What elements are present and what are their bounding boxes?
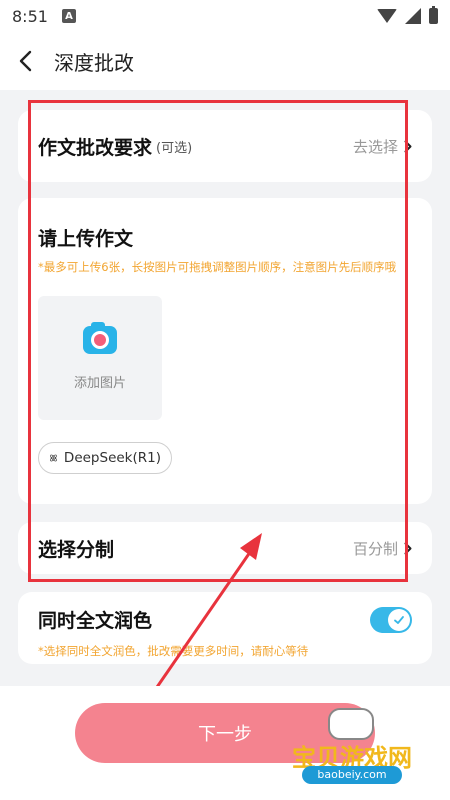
signal-icon [405,8,421,24]
requirements-optional-label: (可选) [156,140,193,156]
watermark-url: baobeiy.com [302,766,402,784]
status-icons [377,6,438,24]
upload-hint: *最多可上传6张，长按图片可拖拽调整图片顺序，注意图片先后顺序哦 [38,260,397,274]
notification-icon: A [61,9,76,23]
polish-hint: *选择同时全文润色，批改需要更多时间，请耐心等待 [38,644,309,658]
scoring-card[interactable]: 选择分制 百分制 [18,522,432,574]
requirements-action-label: 去选择 [352,137,398,156]
status-time: 8:51 [12,6,48,26]
polish-toggle[interactable] [370,606,412,633]
requirements-title: 作文批改要求 [38,136,153,159]
model-selector-chip[interactable]: DeepSeek(R1) [38,442,172,474]
chevron-left-icon [19,50,32,72]
scoring-title: 选择分制 [38,538,115,561]
chevron-right-icon [404,542,412,554]
add-image-label: 添加图片 [73,375,126,391]
status-bar: 8:51 A [0,0,450,32]
upload-card: 请上传作文 *最多可上传6张，长按图片可拖拽调整图片顺序，注意图片先后顺序哦 添… [18,198,432,504]
polish-title: 同时全文润色 [38,610,153,632]
atom-icon [50,454,57,462]
wifi-icon [377,9,397,23]
check-icon [388,608,410,631]
requirements-card[interactable]: 作文批改要求 (可选) 去选择 [18,110,432,182]
nav-bar: 深度批改 [0,32,450,90]
upload-title: 请上传作文 [38,228,134,250]
watermark: 宝贝游戏网 baobeiy.com [272,700,432,795]
model-label: DeepSeek(R1) [63,450,161,466]
battery-icon [429,6,438,24]
gamepad-icon [328,708,374,740]
back-button[interactable] [0,32,50,90]
page-title: 深度批改 [54,50,134,75]
polish-card: 同时全文润色 *选择同时全文润色，批改需要更多时间，请耐心等待 [18,592,432,664]
chevron-right-icon [404,140,412,152]
scoring-value: 百分制 [352,539,398,558]
camera-icon [83,321,117,354]
scoring-select-link[interactable]: 百分制 [353,538,412,559]
add-image-button[interactable]: 添加图片 [38,296,162,420]
requirements-select-link[interactable]: 去选择 [353,136,412,157]
